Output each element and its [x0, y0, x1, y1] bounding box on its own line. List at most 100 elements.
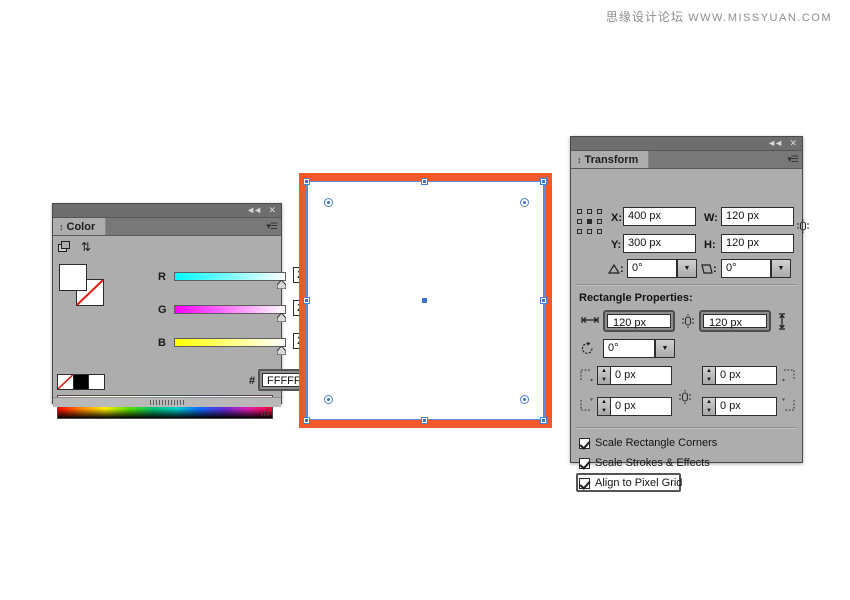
divider — [577, 427, 796, 429]
constrain-corners-icon[interactable] — [678, 388, 692, 406]
corner-bl-spinner[interactable]: ▲ ▼ — [597, 397, 611, 416]
spinner-up-icon[interactable]: ▲ — [703, 398, 715, 406]
checkbox-align-to-pixel-grid[interactable]: Align to Pixel Grid — [579, 475, 682, 491]
corner-tr-input[interactable]: 0 px — [715, 366, 777, 385]
rect-angle-input[interactable]: 0° — [603, 339, 655, 358]
checkbox-box[interactable] — [579, 437, 590, 449]
resize-grip-icon[interactable] — [260, 407, 270, 417]
h-label: H: — [704, 239, 716, 251]
slider-row-b: B 255 — [53, 333, 333, 356]
panel-menu-icon[interactable]: ▾☰ — [266, 221, 278, 231]
panel-menu-icon[interactable]: ▾☰ — [787, 154, 799, 164]
rect-height-highlight: 120 px — [699, 310, 771, 332]
checkbox-label: Scale Strokes & Effects — [595, 457, 710, 469]
rect-width-icon — [581, 317, 599, 323]
corner-radius-widget-top-left — [324, 198, 333, 207]
handle-bottom-right — [540, 417, 547, 424]
spinner-down-icon[interactable]: ▼ — [703, 407, 715, 415]
artboard-selection — [299, 173, 552, 428]
slider-thumb-g[interactable] — [277, 313, 286, 322]
handle-middle-left — [303, 297, 310, 304]
transform-panel-tabrow: ↕ Transform ▾☰ — [571, 151, 802, 169]
constrain-proportions-icon[interactable] — [681, 312, 695, 330]
swap-fill-stroke-icon[interactable]: ⇅ — [81, 241, 91, 253]
spinner-down-icon[interactable]: ▼ — [598, 376, 610, 384]
rect-width-input[interactable]: 120 px — [607, 314, 671, 329]
corner-br-spinner[interactable]: ▲ ▼ — [702, 397, 716, 416]
rectangle-properties-title: Rectangle Properties: — [579, 292, 693, 304]
slider-label-g: G — [158, 304, 167, 316]
rotate-dropdown-arrow[interactable]: ▼ — [677, 259, 697, 278]
w-label: W: — [704, 212, 718, 224]
slider-thumb-r[interactable] — [277, 280, 286, 289]
spinner-down-icon[interactable]: ▼ — [703, 376, 715, 384]
tab-transform[interactable]: ↕ Transform — [571, 151, 650, 168]
h-input[interactable]: 120 px — [721, 234, 794, 253]
transform-panel: ◄◄ ✕ ↕ Transform ▾☰ X: 400 px W: 120 px … — [570, 136, 809, 492]
checkbox-box[interactable] — [579, 477, 590, 489]
slider-track-b[interactable] — [174, 338, 286, 347]
shear-angle-icon — [701, 264, 713, 274]
watermark-url-text: WWW.MISSYUAN.COM — [688, 12, 832, 24]
rect-height-input[interactable]: 120 px — [703, 314, 767, 329]
spinner-up-icon[interactable]: ▲ — [598, 367, 610, 375]
checkbox-scale-rectangle-corners[interactable]: Scale Rectangle Corners — [579, 435, 717, 451]
corner-br-input[interactable]: 0 px — [715, 397, 777, 416]
color-panel-tabrow: ↕ Color ▾☰ — [53, 218, 281, 236]
slider-track-r[interactable] — [174, 272, 286, 281]
handle-top-center — [421, 178, 428, 185]
checkbox-scale-strokes-effects[interactable]: Scale Strokes & Effects — [579, 455, 710, 471]
y-label: Y: — [611, 239, 622, 251]
w-input[interactable]: 120 px — [721, 207, 794, 226]
close-icon[interactable]: ✕ — [268, 205, 276, 216]
watermark: 思缘设计论坛 WWW.MISSYUAN.COM — [606, 8, 832, 25]
fill-stroke-stack-icon[interactable] — [58, 241, 71, 253]
close-icon[interactable]: ✕ — [789, 138, 797, 149]
corner-radius-widget-bottom-left — [324, 395, 333, 404]
x-label: X: — [611, 212, 622, 224]
rotate-colon: : — [620, 263, 624, 275]
handle-bottom-left — [303, 417, 310, 424]
corner-top-left-icon — [580, 369, 593, 382]
corner-radius-widget-bottom-right — [520, 395, 529, 404]
slider-track-g[interactable] — [174, 305, 286, 314]
watermark-cn-text: 思缘设计论坛 — [605, 10, 684, 24]
reference-point-selector[interactable] — [577, 209, 603, 235]
collapse-icon[interactable]: ◄◄ — [767, 138, 783, 149]
slider-thumb-b[interactable] — [277, 346, 286, 355]
tab-expand-icon: ↕ — [59, 221, 64, 232]
handle-top-left — [303, 178, 310, 185]
tab-color[interactable]: ↕ Color — [53, 218, 107, 235]
checkbox-box[interactable] — [579, 457, 590, 469]
rect-angle-dropdown-arrow[interactable]: ▼ — [655, 339, 675, 358]
transform-panel-titlebar: ◄◄ ✕ — [571, 137, 802, 151]
center-anchor-point — [422, 298, 427, 303]
hex-symbol: # — [249, 375, 256, 387]
rect-width-highlight: 120 px — [603, 310, 675, 332]
transform-panel-body: X: 400 px W: 120 px Y: 300 px H: 120 px … — [571, 169, 809, 492]
tab-transform-label: Transform — [584, 153, 639, 166]
handle-bottom-center — [421, 417, 428, 424]
corner-bottom-right-icon — [782, 398, 795, 411]
shear-input[interactable]: 0° — [721, 259, 771, 278]
rotate-input[interactable]: 0° — [627, 259, 677, 278]
spinner-up-icon[interactable]: ▲ — [598, 398, 610, 406]
fill-swatch[interactable] — [59, 264, 87, 291]
spinner-up-icon[interactable]: ▲ — [703, 367, 715, 375]
handle-top-right — [540, 178, 547, 185]
shear-dropdown-arrow[interactable]: ▼ — [771, 259, 791, 278]
corner-tl-input[interactable]: 0 px — [610, 366, 672, 385]
spinner-down-icon[interactable]: ▼ — [598, 407, 610, 415]
x-input[interactable]: 400 px — [623, 207, 696, 226]
color-panel: ◄◄ ✕ ↕ Color ▾☰ ⇅ R 255 — [52, 203, 333, 419]
corner-bl-input[interactable]: 0 px — [610, 397, 672, 416]
corner-tr-spinner[interactable]: ▲ ▼ — [702, 366, 716, 385]
y-input[interactable]: 300 px — [623, 234, 696, 253]
constrain-proportions-icon[interactable] — [796, 217, 810, 235]
grip-lines-icon — [150, 400, 184, 405]
rect-rotation-icon — [581, 341, 593, 354]
collapse-icon[interactable]: ◄◄ — [246, 205, 262, 216]
handle-middle-right — [540, 297, 547, 304]
panel-resize-grip[interactable] — [53, 397, 281, 407]
corner-tl-spinner[interactable]: ▲ ▼ — [597, 366, 611, 385]
